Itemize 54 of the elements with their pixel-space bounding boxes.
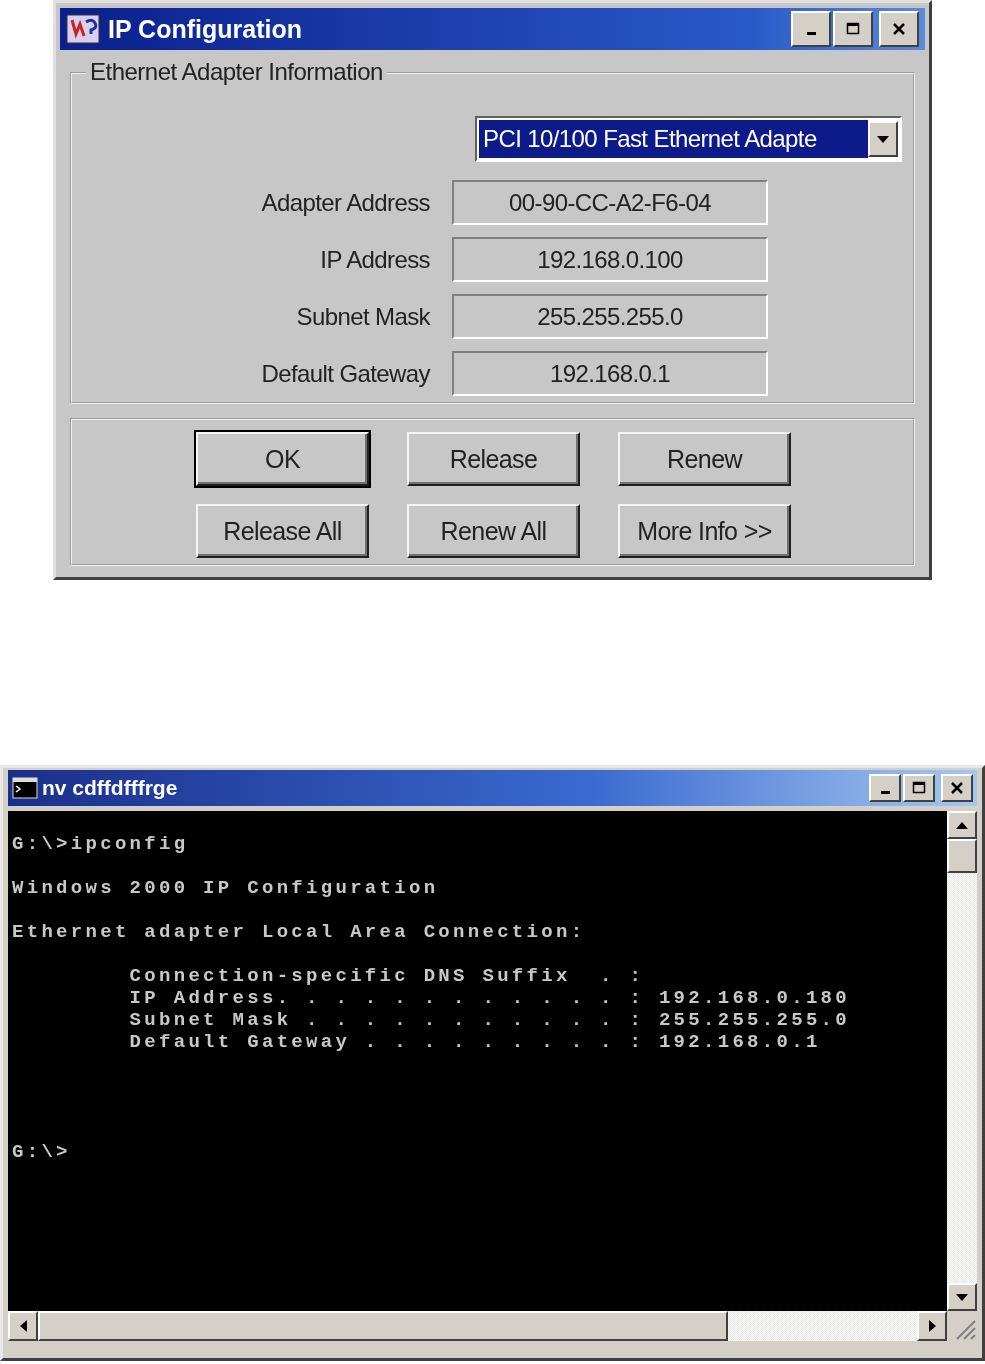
- dialog-button[interactable]: More Info >>: [618, 504, 791, 558]
- vertical-scrollbar[interactable]: [947, 811, 977, 1311]
- maximize-icon: [912, 781, 926, 795]
- close-icon: [892, 22, 906, 36]
- maximize-icon: [846, 22, 860, 36]
- scroll-left-button[interactable]: [8, 1311, 38, 1341]
- command-prompt: G:\>: [12, 1141, 71, 1163]
- left-arrow-icon: [19, 1320, 27, 1332]
- close-button[interactable]: [941, 774, 973, 802]
- maximize-button[interactable]: [903, 774, 935, 802]
- minimize-icon: [880, 790, 890, 794]
- window-title: nv cdffdfffrge: [42, 776, 179, 800]
- window-title: IP Configuration: [108, 14, 303, 44]
- dialog-button[interactable]: Release: [407, 432, 580, 486]
- console-icon: [12, 777, 38, 799]
- field-label: Subnet Mask: [295, 302, 432, 331]
- field-label: Adapter Address: [260, 188, 431, 217]
- down-arrow-icon: [956, 1293, 968, 1301]
- value-field: 00-90-CC-A2-F6-04: [452, 180, 768, 225]
- caret-icon: [877, 135, 889, 143]
- dialog-button[interactable]: Renew: [618, 432, 791, 486]
- minimize-button[interactable]: [869, 774, 901, 802]
- app-icon: [66, 14, 100, 44]
- console-line: Ethernet adapter Local Area Connection:: [12, 921, 586, 943]
- scroll-right-button[interactable]: [917, 1311, 947, 1341]
- scroll-up-button[interactable]: [947, 811, 977, 839]
- console-line: G:\>ipconfig: [12, 833, 189, 855]
- scroll-thumb[interactable]: [947, 839, 977, 873]
- minimize-button[interactable]: [791, 11, 831, 47]
- console-line: IP Address. . . . . . . . . . . . : 192.168.0.180: [128, 987, 850, 1009]
- horizontal-scrollbar[interactable]: [8, 1311, 947, 1341]
- console-line: Windows 2000 IP Configuration: [12, 877, 439, 899]
- dialog-button[interactable]: Release All: [196, 504, 369, 558]
- field-label: IP Address: [319, 245, 431, 274]
- console-line: Connection-specific DNS Suffix . :: [128, 965, 645, 987]
- scroll-thumb[interactable]: [38, 1311, 728, 1341]
- value-field: 192.168.0.1: [452, 351, 768, 396]
- value-field: 255.255.255.0: [452, 294, 768, 339]
- dialog-button[interactable]: Renew All: [407, 504, 580, 558]
- dropdown-value: PCI 10/100 Fast Ethernet Adapte: [479, 120, 868, 158]
- value-field: 192.168.0.100: [452, 237, 768, 282]
- close-button[interactable]: [879, 11, 919, 47]
- close-icon: [950, 781, 964, 795]
- console-line: Default Gateway . . . . . . . . . : 192.168.0.1: [128, 1031, 821, 1053]
- minimize-icon: [806, 31, 816, 35]
- adapter-dropdown[interactable]: PCI 10/100 Fast Ethernet Adapte: [475, 116, 902, 162]
- field-label: Default Gateway: [260, 359, 432, 388]
- dropdown-button[interactable]: [868, 121, 898, 157]
- up-arrow-icon: [956, 821, 968, 829]
- maximize-button[interactable]: [833, 11, 873, 47]
- console-line: Subnet Mask . . . . . . . . . . . : 255.255.255.0: [128, 1009, 850, 1031]
- scroll-down-button[interactable]: [947, 1283, 977, 1311]
- right-arrow-icon: [928, 1320, 936, 1332]
- dialog-button[interactable]: OK: [196, 432, 369, 486]
